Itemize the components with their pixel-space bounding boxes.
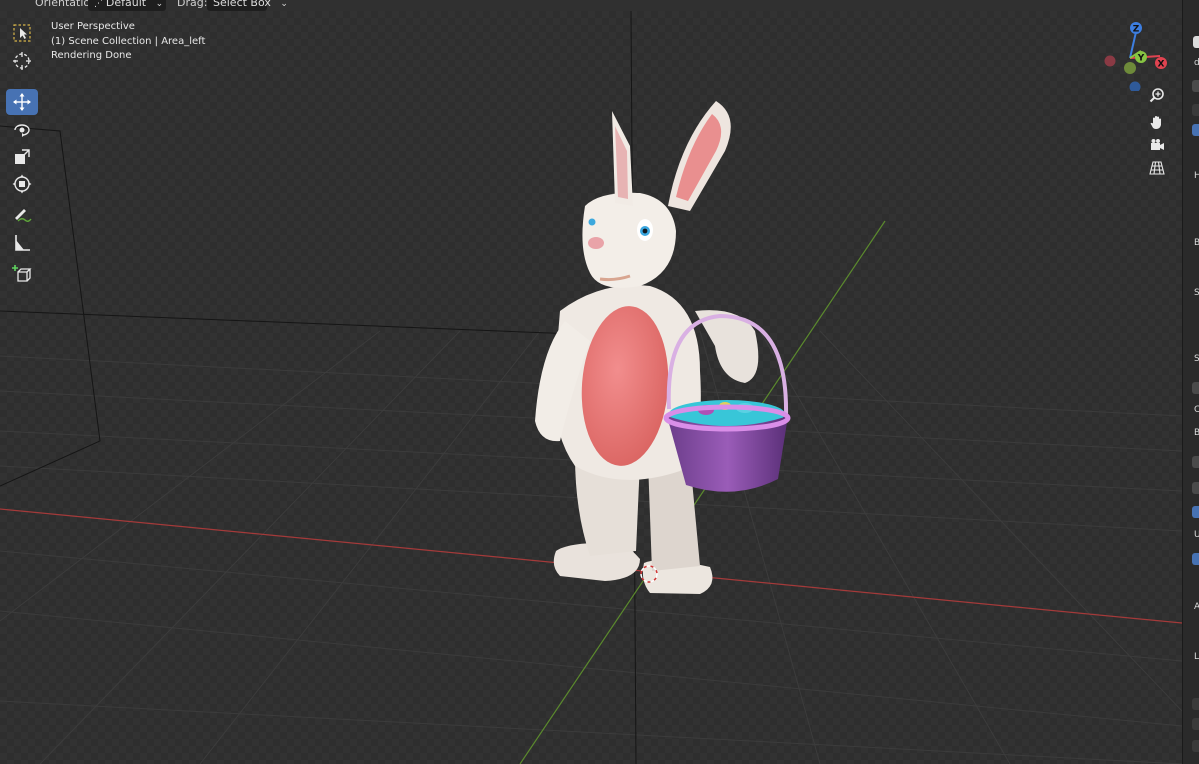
zoom-button[interactable]	[1146, 84, 1168, 106]
panel-letter-9: A	[1194, 602, 1199, 612]
camera-icon	[1151, 139, 1164, 150]
orientation-dropdown[interactable]: ⋰ Default ⌄	[88, 0, 166, 11]
select-box-icon	[13, 24, 31, 42]
panel-letter-4: S	[1194, 288, 1199, 298]
collection-label: (1) Scene Collection | Area_left	[51, 35, 206, 47]
move-icon	[13, 93, 31, 111]
panel-letter-5: S	[1194, 354, 1199, 364]
toggle-ortho-button[interactable]	[1146, 157, 1168, 179]
transform-tool[interactable]	[6, 171, 38, 197]
annotate-tool[interactable]	[6, 202, 38, 228]
pan-button[interactable]	[1146, 111, 1168, 133]
cursor-icon	[13, 52, 31, 70]
chevron-down-icon: ⌄	[280, 0, 288, 9]
panel-letter-7: B	[1194, 428, 1199, 438]
panel-field-3[interactable]	[1192, 456, 1199, 468]
orientation-value: Default	[105, 0, 147, 9]
cursor-tool[interactable]	[6, 48, 38, 74]
x-axis-label: X	[1158, 60, 1165, 70]
scene-canvas	[0, 11, 1182, 764]
add-cube-icon	[12, 265, 32, 282]
render-status-label: Rendering Done	[51, 50, 132, 61]
panel-expand[interactable]	[1192, 104, 1199, 116]
add-cube-tool[interactable]	[6, 261, 38, 287]
comment-icon	[1193, 36, 1199, 48]
panel-checkbox-3[interactable]	[1192, 553, 1199, 565]
z-axis-label: Z	[1133, 25, 1140, 35]
view-perspective-label: User Perspective	[51, 21, 135, 32]
move-tool[interactable]	[6, 89, 38, 115]
transform-icon	[12, 174, 32, 194]
panel-expand-2[interactable]	[1192, 698, 1199, 710]
viewport-header: Orientation: ⋰ Default ⌄ Drag: Select Bo…	[0, 0, 1182, 11]
orientation-icon: ⋰	[94, 0, 106, 9]
measure-tool[interactable]	[6, 230, 38, 256]
annotate-icon	[15, 209, 32, 222]
panel-field-2[interactable]	[1192, 382, 1199, 394]
chevron-down-icon: ⌄	[155, 0, 164, 9]
panel-field-4[interactable]	[1192, 482, 1199, 494]
neg-x-axis-icon[interactable]	[1104, 55, 1116, 67]
drag-value: Select Box	[213, 0, 271, 9]
rotate-icon	[14, 124, 30, 137]
neg-z-axis-icon[interactable]	[1129, 81, 1141, 92]
panel-letter-3: B	[1194, 238, 1199, 248]
select-box-tool[interactable]	[6, 20, 38, 46]
viewport-info: User Perspective (1) Scene Collection | …	[51, 20, 205, 64]
panel-expand-4[interactable]	[1192, 740, 1199, 752]
panel-letter-10: L	[1194, 652, 1199, 662]
panel-letter-1: d	[1194, 58, 1199, 68]
rotate-tool[interactable]	[6, 117, 38, 143]
camera-view-button[interactable]	[1146, 134, 1168, 156]
drag-label: Drag:	[177, 0, 208, 9]
3d-viewport[interactable]: User Perspective (1) Scene Collection | …	[0, 11, 1182, 764]
panel-letter-2: H	[1194, 171, 1199, 181]
panel-field[interactable]	[1192, 80, 1199, 92]
properties-panel-edge[interactable]: d H B S S C B U A L	[1182, 0, 1199, 764]
measure-icon	[15, 235, 30, 251]
ortho-grid-icon	[1149, 161, 1165, 175]
navigation-gizmo[interactable]: Z X Y	[1100, 16, 1170, 91]
zoom-icon	[1149, 88, 1164, 103]
scale-icon	[15, 149, 30, 164]
panel-letter-6: C	[1194, 405, 1199, 415]
panel-checkbox-1[interactable]	[1192, 124, 1199, 136]
y-axis-label: Y	[1137, 54, 1145, 64]
hand-pan-icon	[1150, 116, 1161, 129]
drag-dropdown[interactable]: Select Box ⌄	[207, 0, 288, 11]
neg-y-axis-icon[interactable]	[1124, 62, 1136, 74]
scale-tool[interactable]	[6, 144, 38, 170]
panel-expand-3[interactable]	[1192, 718, 1199, 730]
panel-letter-8: U	[1194, 530, 1199, 540]
panel-checkbox-2[interactable]	[1192, 506, 1199, 518]
